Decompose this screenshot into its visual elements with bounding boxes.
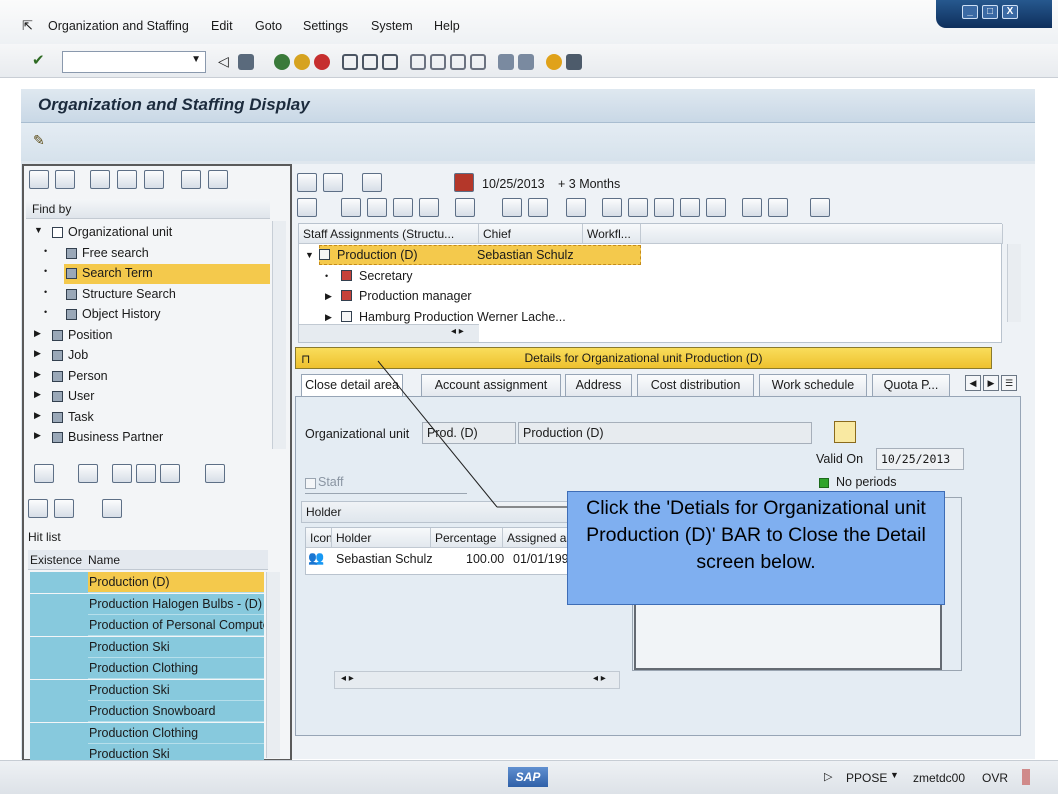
- status-expand-icon[interactable]: ▷: [824, 770, 832, 783]
- status-lock-icon: [1022, 769, 1030, 785]
- status-bar: SAP ▷ PPOSE ▼ zmetdc00 OVR: [0, 760, 1058, 794]
- status-mode[interactable]: OVR: [982, 771, 1008, 785]
- sap-logo: SAP: [508, 767, 548, 787]
- status-server: zmetdc00: [913, 771, 966, 785]
- callout-pointer-line: [377, 360, 567, 508]
- status-dropdown-icon[interactable]: ▼: [890, 770, 899, 780]
- status-transaction[interactable]: PPOSE: [846, 771, 887, 785]
- instruction-callout: Click the 'Detials for Organizational un…: [567, 491, 945, 605]
